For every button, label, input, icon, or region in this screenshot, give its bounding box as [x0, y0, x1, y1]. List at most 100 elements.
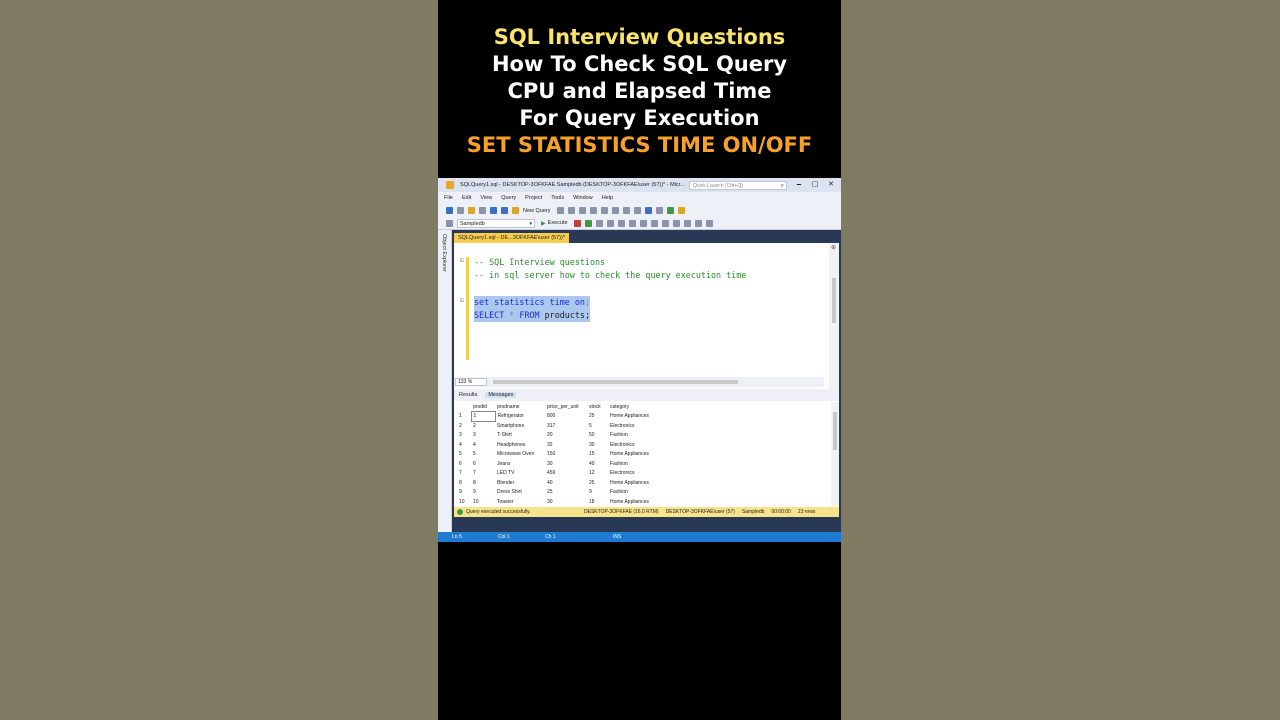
object-explorer-tab[interactable]: Object Explorer [438, 230, 452, 532]
find-icon[interactable] [677, 207, 685, 214]
row-number[interactable]: 1 [457, 412, 471, 422]
grid-cell[interactable]: Jeans [495, 459, 545, 469]
results-to-file-icon[interactable] [661, 219, 669, 227]
grid-cell[interactable]: Home Appliances [608, 478, 656, 488]
save-all-icon[interactable] [501, 207, 508, 214]
database-select[interactable]: Sampledb ▾ [457, 218, 535, 228]
grid-cell[interactable]: Microwave Oven [495, 450, 545, 460]
grid-cell[interactable]: 9 [471, 488, 495, 498]
grid-cell[interactable]: Toaster [495, 497, 545, 507]
table-row[interactable]: 9 9 Dress Shirt 25 9 Fashion [457, 488, 656, 498]
table-row[interactable]: 4 4 Headphones 32 30 Electronics [457, 440, 656, 450]
grid-cell[interactable]: 25 [587, 412, 608, 422]
grid-cell[interactable]: Fashion [608, 459, 656, 469]
grid-cell[interactable]: 40 [587, 459, 608, 469]
back-icon[interactable] [446, 207, 453, 214]
grid-cell[interactable]: 800 [545, 412, 587, 422]
grid-cell[interactable]: Home Appliances [608, 497, 656, 507]
query-designer-icon[interactable] [606, 219, 614, 227]
grid-cell[interactable]: Home Appliances [608, 412, 656, 422]
cancel-query-icon[interactable] [573, 219, 581, 227]
paste-icon[interactable] [633, 207, 641, 214]
grid-cell[interactable]: 25 [587, 478, 608, 488]
table-row[interactable]: 6 6 Jeans 30 40 Fashion [457, 459, 656, 469]
dax-query-icon[interactable] [600, 207, 608, 214]
document-tab[interactable]: SQLQuery1.sql - DE...3OFKFAE\user (57))* [454, 233, 569, 243]
table-row[interactable]: 5 5 Microwave Oven 150 15 Home Appliances [457, 450, 656, 460]
grid-cell[interactable]: Home Appliances [608, 450, 656, 460]
table-row[interactable]: 2 2 Smartphone 317 5 Electronics [457, 421, 656, 431]
grid-cell[interactable]: 3 [471, 431, 495, 441]
editor-vertical-scrollbar[interactable]: ⊕ [829, 243, 839, 389]
comment-icon[interactable] [672, 219, 680, 227]
dmx-query-icon[interactable] [578, 207, 586, 214]
grid-cell[interactable]: 1 [470, 411, 496, 422]
column-header[interactable]: price_per_unit [545, 402, 587, 412]
grid-cell[interactable]: 8 [471, 478, 495, 488]
xmla-query-icon[interactable] [589, 207, 597, 214]
zoom-select[interactable]: 133 % [455, 378, 487, 386]
tab-messages[interactable]: Messages [485, 392, 517, 398]
grid-cell[interactable]: LED TV [495, 469, 545, 479]
menu-project[interactable]: Project [525, 195, 542, 201]
results-to-grid-icon[interactable] [650, 219, 658, 227]
grid-cell[interactable]: Fashion [608, 488, 656, 498]
row-number[interactable]: 2 [457, 421, 471, 431]
outdent-icon[interactable] [705, 219, 713, 227]
table-row[interactable]: 7 7 LED TV 459 12 Electronics [457, 469, 656, 479]
grid-cell[interactable]: Smartphone [495, 421, 545, 431]
table-row[interactable]: 8 8 Blender 40 25 Home Appliances [457, 478, 656, 488]
row-number[interactable]: 3 [457, 431, 471, 441]
editor-scroll-thumb[interactable] [832, 278, 836, 323]
split-icon[interactable]: ⊕ [831, 244, 836, 251]
menu-file[interactable]: File [444, 195, 453, 201]
grid-cell[interactable]: 40 [545, 478, 587, 488]
menu-edit[interactable]: Edit [462, 195, 471, 201]
grid-cell[interactable]: 12 [587, 469, 608, 479]
collapse-icon[interactable]: ⊟ [460, 297, 466, 304]
results-to-text-icon[interactable] [639, 219, 647, 227]
tab-results[interactable]: Results [459, 392, 477, 398]
redo-icon[interactable] [655, 207, 663, 214]
grid-cell[interactable]: 6 [471, 459, 495, 469]
row-number[interactable]: 8 [457, 478, 471, 488]
grid-cell[interactable]: 15 [587, 450, 608, 460]
execute-button[interactable]: Execute [548, 220, 568, 226]
open-icon[interactable] [479, 207, 486, 214]
close-button[interactable]: ✕ [823, 180, 839, 191]
grid-cell[interactable]: Dress Shirt [495, 488, 545, 498]
activity-monitor-icon[interactable] [666, 207, 674, 214]
indent-icon[interactable] [694, 219, 702, 227]
grid-cell[interactable]: 20 [545, 431, 587, 441]
menu-query[interactable]: Query [501, 195, 516, 201]
grid-cell[interactable]: 9 [587, 488, 608, 498]
grid-cell[interactable]: 50 [587, 431, 608, 441]
copy-icon[interactable] [622, 207, 630, 214]
menu-view[interactable]: View [480, 195, 492, 201]
table-row[interactable]: 3 3 T-Shirt 20 50 Fashion [457, 431, 656, 441]
row-number[interactable]: 10 [457, 497, 471, 507]
cut-icon[interactable] [611, 207, 619, 214]
grid-cell[interactable]: 25 [545, 488, 587, 498]
grid-cell[interactable]: Electronics [608, 440, 656, 450]
results-scroll-thumb[interactable] [833, 412, 837, 450]
menu-window[interactable]: Window [573, 195, 593, 201]
execute-icon[interactable]: ▶ [541, 220, 546, 227]
column-header[interactable]: prodname [495, 402, 545, 412]
row-number[interactable]: 9 [457, 488, 471, 498]
column-header[interactable]: category [608, 402, 656, 412]
minimize-button[interactable]: 🗕 [791, 180, 807, 191]
editor-horizontal-scrollbar[interactable] [493, 380, 738, 384]
grid-cell[interactable]: Blender [495, 478, 545, 488]
include-plan-icon[interactable] [628, 219, 636, 227]
grid-cell[interactable]: Headphones [495, 440, 545, 450]
grid-cell[interactable]: 7 [471, 469, 495, 479]
uncomment-icon[interactable] [683, 219, 691, 227]
forward-icon[interactable] [457, 207, 464, 214]
parse-icon[interactable] [584, 219, 592, 227]
save-icon[interactable] [490, 207, 497, 214]
table-row[interactable]: 10 10 Toaster 30 18 Home Appliances [457, 497, 656, 507]
column-header[interactable]: stock [587, 402, 608, 412]
grid-cell[interactable]: 30 [545, 497, 587, 507]
grid-cell[interactable]: 18 [587, 497, 608, 507]
